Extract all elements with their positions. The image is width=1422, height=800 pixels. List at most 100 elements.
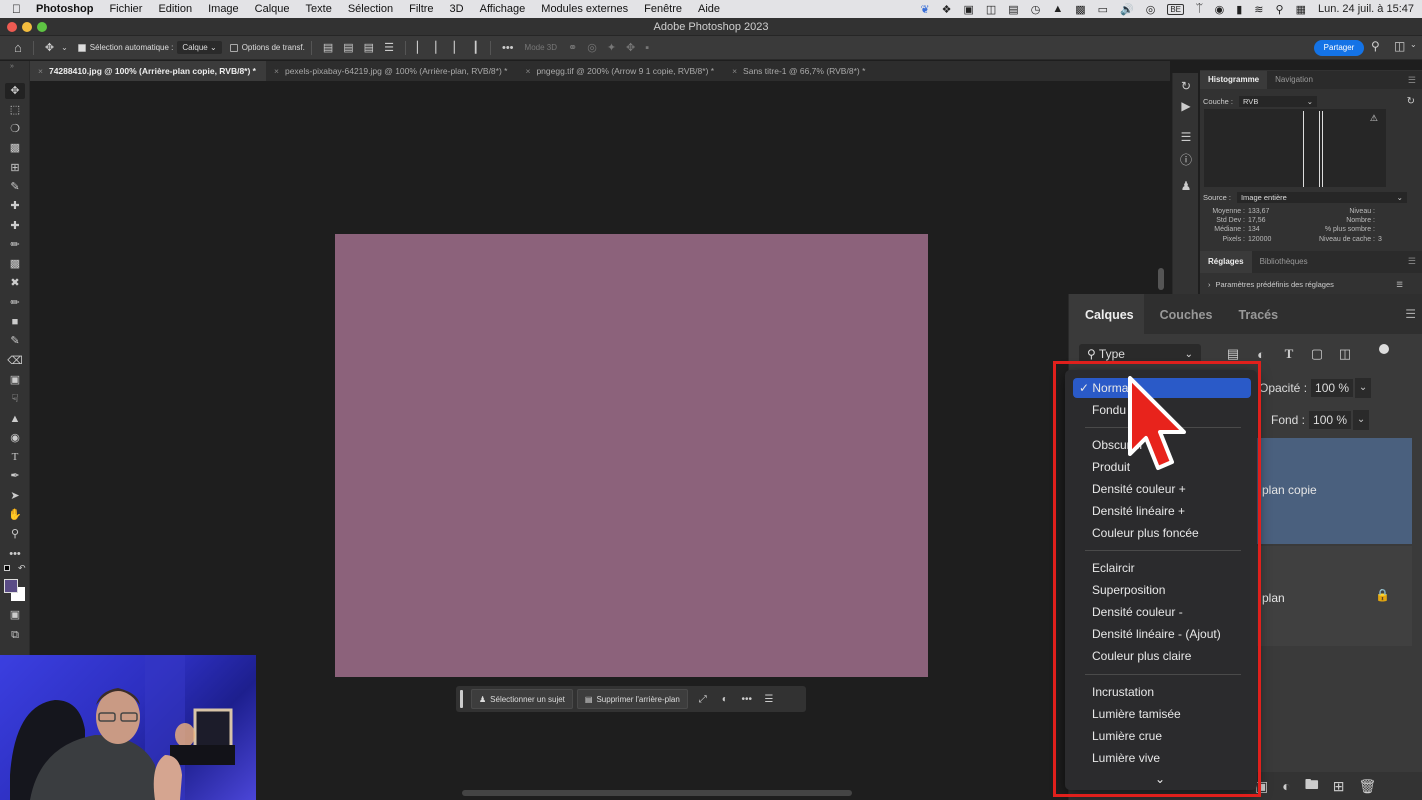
airdrop-icon[interactable]: ◎ <box>1146 3 1156 16</box>
new-group-icon[interactable]: 🖿 <box>1305 774 1319 798</box>
transform-icon[interactable]: ⤢ <box>692 694 714 705</box>
tab-histogram[interactable]: Histogramme <box>1200 71 1268 89</box>
tab-paths[interactable]: Tracés <box>1222 294 1288 334</box>
chevron-down-icon[interactable]: ⌄ <box>61 43 68 52</box>
menu-fichier[interactable]: Fichier <box>109 3 142 15</box>
menu-filtre[interactable]: Filtre <box>409 3 433 15</box>
remove-background-button[interactable]: ▤ Supprimer l'arrière-plan <box>576 689 688 709</box>
hand-tool[interactable]: ✋ <box>5 507 25 523</box>
keyboard-layout-icon[interactable]: BE <box>1167 3 1184 15</box>
workspace-icon[interactable]: ◫ <box>1394 39 1405 53</box>
properties-sliders-icon[interactable]: ☰ <box>1177 130 1195 146</box>
adjustment-presets-row[interactable]: › Paramètres prédéfinis des réglages ☰ <box>1200 277 1422 293</box>
close-tab-icon[interactable]: × <box>274 66 279 76</box>
user-icon[interactable]: ◉ <box>1215 3 1225 16</box>
dodge-tool[interactable]: ◉ <box>5 430 25 446</box>
window-icon[interactable]: ◫ <box>986 3 996 16</box>
distribute-h-icon[interactable]: ☰ <box>384 41 394 54</box>
settings-icon[interactable]: ☰ <box>758 694 780 705</box>
source-select[interactable]: Image entière ⌄ <box>1236 191 1407 203</box>
menu-affichage[interactable]: Affichage <box>480 3 526 15</box>
tab-navigation[interactable]: Navigation <box>1267 71 1321 89</box>
share-button[interactable]: Partager <box>1314 40 1364 56</box>
align-top-icon[interactable]: ▏ <box>417 41 425 54</box>
menu-image[interactable]: Image <box>208 3 239 15</box>
camera-icon[interactable]: ▣ <box>963 3 973 16</box>
apple-icon[interactable]:  <box>12 2 26 16</box>
eyedropper-tool[interactable]: ✎ <box>5 179 25 195</box>
info-icon[interactable]: ⓘ <box>1177 151 1195 167</box>
panel-menu-icon[interactable]: ☰ <box>1408 75 1416 86</box>
pixel-filter-icon[interactable]: ▤ <box>1219 346 1247 362</box>
binoculars-icon[interactable]: ▲ <box>1052 3 1063 15</box>
object-select-tool[interactable]: ▩ <box>5 140 25 156</box>
battery-icon[interactable]: ▮ <box>1236 3 1242 16</box>
move-tool[interactable]: ✥ <box>5 83 25 99</box>
volume-icon[interactable]: 🔊 <box>1120 3 1134 16</box>
zoom-tool[interactable]: ⚲ <box>5 526 25 542</box>
search-icon[interactable]: ⚲ <box>1371 39 1380 53</box>
foreground-color-swatch[interactable] <box>4 579 18 593</box>
align-center-h-icon[interactable]: ▤ <box>343 41 353 54</box>
align-right-icon[interactable]: ▤ <box>364 41 374 54</box>
warning-icon[interactable]: ⚠ <box>1370 113 1378 124</box>
new-adjustment-layer-icon[interactable]: ◐ <box>1282 778 1290 794</box>
chevron-down-icon[interactable]: ⌄ <box>1410 40 1417 49</box>
history-icon[interactable]: ↻ <box>1177 79 1195 95</box>
wifi-icon[interactable]: ≋ <box>1254 3 1263 16</box>
history-brush-tool[interactable]: ✎ <box>5 333 25 349</box>
clone-stamp-tool[interactable]: ■ <box>5 314 25 330</box>
screen-mode-icon[interactable]: ⧉ <box>5 627 25 643</box>
type-tool[interactable]: T <box>5 449 25 465</box>
control-center-icon[interactable]: ▦ <box>1296 3 1306 16</box>
clipboard-icon[interactable]: ▤ <box>1008 3 1018 16</box>
list-icon[interactable]: ☰ <box>1396 280 1403 289</box>
adjustment-icon[interactable]: ◐ <box>714 694 736 705</box>
align-bottom-icon[interactable]: ▏ <box>454 41 462 54</box>
close-tab-icon[interactable]: × <box>732 66 737 76</box>
swap-colors-icon[interactable]: ↶ <box>18 563 26 574</box>
menu-modules-externes[interactable]: Modules externes <box>541 3 628 15</box>
lock-icon[interactable]: 🔒 <box>1375 588 1390 602</box>
vertical-scrollbar[interactable] <box>1158 268 1164 290</box>
tab-libraries[interactable]: Bibliothèques <box>1252 253 1316 271</box>
pen-tool[interactable]: ✒ <box>5 468 25 484</box>
tab-adjustments[interactable]: Réglages <box>1200 250 1252 273</box>
grid-icon[interactable]: ▩ <box>1075 3 1085 16</box>
clock-icon[interactable]: ◷ <box>1031 3 1041 16</box>
collapse-icon[interactable]: » <box>10 63 14 70</box>
filter-toggle[interactable] <box>1379 344 1389 354</box>
smudge-tool[interactable]: ☟ <box>5 391 25 407</box>
home-icon[interactable]: ⌂ <box>14 40 22 55</box>
menu-aide[interactable]: Aide <box>698 3 720 15</box>
smart-object-filter-icon[interactable]: ◫ <box>1331 346 1359 362</box>
new-layer-icon[interactable]: ⊞ <box>1333 778 1345 795</box>
search-icon[interactable]: ⚲ <box>1276 3 1284 16</box>
menu-app-name[interactable]: Photoshop <box>36 3 93 15</box>
menu-edition[interactable]: Edition <box>158 3 192 15</box>
crop-tool[interactable]: ⊞ <box>5 160 25 176</box>
document-canvas[interactable] <box>335 234 928 677</box>
fill-input[interactable]: 100 % <box>1309 411 1352 429</box>
menu-texte[interactable]: Texte <box>306 3 332 15</box>
auto-select-target-select[interactable]: Calque ⌄ <box>177 41 222 54</box>
panel-menu-icon[interactable]: ☰ <box>1405 307 1416 321</box>
doc-tab[interactable]: × Sans titre-1 @ 66,7% (RVB/8*) * <box>724 61 875 81</box>
align-middle-v-icon[interactable]: ▏ <box>435 41 443 54</box>
doc-tab[interactable]: × pexels-pixabay-64219.jpg @ 100% (Arrièr… <box>266 61 517 81</box>
move-tool-icon[interactable]: ✥ <box>45 41 54 54</box>
select-subject-button[interactable]: ♟ Sélectionner un sujet <box>471 689 573 709</box>
auto-select-checkbox[interactable] <box>77 43 86 52</box>
transform-controls-checkbox[interactable] <box>229 43 238 52</box>
quick-mask-icon[interactable]: ▣ <box>5 607 25 623</box>
adjustment-filter-icon[interactable]: ◐ <box>1247 347 1275 362</box>
doc-tab[interactable]: × pngegg.tif @ 200% (Arrow 9 1 copie, RVB… <box>517 61 724 81</box>
panel-menu-icon[interactable]: ☰ <box>1408 256 1416 267</box>
channel-select[interactable]: RVB ⌄ <box>1239 95 1318 107</box>
default-colors-icon[interactable] <box>4 565 10 571</box>
doc-tab[interactable]: × 74288410.jpg @ 100% (Arrière-plan copie… <box>30 61 266 81</box>
opacity-input[interactable]: 100 % <box>1311 379 1354 397</box>
more-options-icon[interactable]: ••• <box>736 694 758 705</box>
distribute-v-icon[interactable]: ┃ <box>472 41 479 54</box>
brush-tool[interactable]: ✏ <box>5 237 25 253</box>
